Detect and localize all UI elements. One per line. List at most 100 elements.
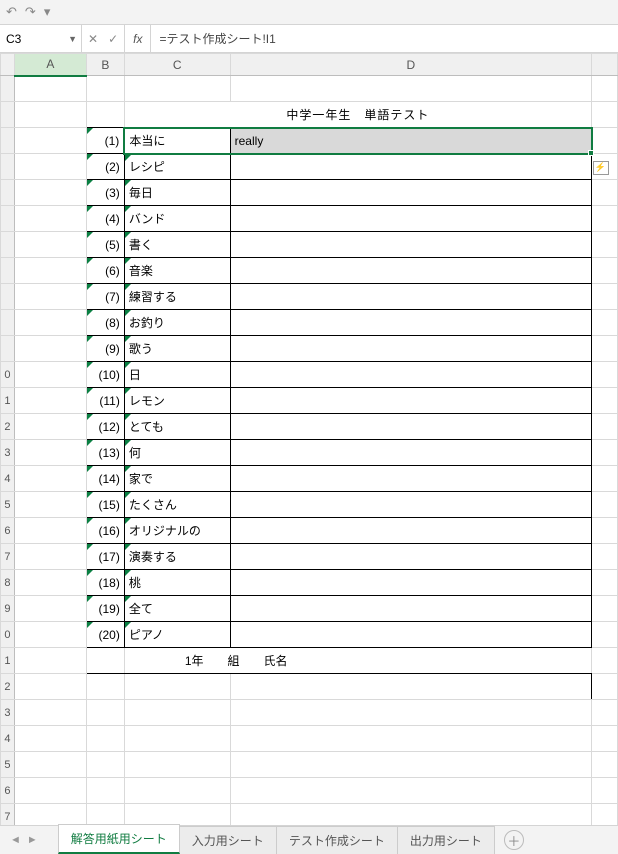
col-header-D[interactable]: D [230, 54, 591, 76]
cell[interactable] [592, 492, 618, 518]
cell[interactable] [592, 414, 618, 440]
cell-answer[interactable] [230, 336, 591, 362]
row-header[interactable] [1, 310, 15, 336]
cell-answer[interactable] [230, 466, 591, 492]
cell-number[interactable]: (11) [86, 388, 124, 414]
cell[interactable] [592, 544, 618, 570]
cell-number[interactable]: (3) [86, 180, 124, 206]
row-header[interactable]: 8 [1, 570, 15, 596]
row-header[interactable] [1, 232, 15, 258]
cell[interactable] [14, 102, 86, 128]
cell[interactable] [124, 726, 230, 752]
cell-word[interactable]: ピアノ [124, 622, 230, 648]
cell[interactable] [14, 726, 86, 752]
cell[interactable] [592, 648, 618, 674]
name-box[interactable]: C3 ▼ [0, 25, 82, 52]
cell-answer[interactable]: really⚡ [230, 128, 591, 154]
cell[interactable] [86, 648, 124, 674]
cell[interactable] [124, 76, 230, 102]
cell[interactable] [14, 570, 86, 596]
cell[interactable] [14, 544, 86, 570]
cell[interactable] [86, 674, 124, 700]
row-header[interactable] [1, 102, 15, 128]
cell-word[interactable]: とても [124, 414, 230, 440]
cell[interactable] [592, 804, 618, 826]
cell-word[interactable]: レモン [124, 388, 230, 414]
cell-word[interactable]: 家で [124, 466, 230, 492]
row-header[interactable]: 7 [1, 804, 15, 826]
row-header[interactable]: 9 [1, 596, 15, 622]
row-header[interactable] [1, 206, 15, 232]
cell[interactable] [14, 700, 86, 726]
cell[interactable] [86, 804, 124, 826]
footer-cell[interactable]: 1年 組 氏名 [124, 648, 591, 674]
title-cell[interactable]: 中学一年生 単語テスト [124, 102, 591, 128]
cell[interactable] [14, 206, 86, 232]
row-header[interactable]: 3 [1, 700, 15, 726]
redo-icon[interactable]: ↷ [25, 4, 36, 20]
cell-word[interactable]: 書く [124, 232, 230, 258]
cell[interactable] [14, 752, 86, 778]
cell[interactable] [592, 284, 618, 310]
cell[interactable] [592, 388, 618, 414]
cell[interactable] [14, 128, 86, 154]
cell[interactable] [124, 752, 230, 778]
row-header[interactable] [1, 284, 15, 310]
cell[interactable] [592, 102, 618, 128]
row-header[interactable]: 4 [1, 726, 15, 752]
cell-answer[interactable] [230, 154, 591, 180]
row-header[interactable]: 3 [1, 440, 15, 466]
cell[interactable] [14, 778, 86, 804]
row-header[interactable]: 6 [1, 778, 15, 804]
row-header[interactable]: 6 [1, 518, 15, 544]
cell[interactable] [592, 440, 618, 466]
cell-number[interactable]: (19) [86, 596, 124, 622]
undo-icon[interactable]: ↶ [6, 4, 17, 20]
cell[interactable] [124, 700, 230, 726]
cell-answer[interactable] [230, 544, 591, 570]
cell-answer[interactable] [230, 232, 591, 258]
dropdown-icon[interactable]: ▾ [44, 4, 51, 20]
cell[interactable] [592, 154, 618, 180]
cell[interactable] [124, 674, 230, 700]
row-header[interactable]: 1 [1, 388, 15, 414]
cell[interactable] [592, 336, 618, 362]
cell[interactable] [14, 258, 86, 284]
cell-answer[interactable] [230, 310, 591, 336]
cell-word[interactable]: 何 [124, 440, 230, 466]
cell[interactable] [86, 700, 124, 726]
cell[interactable] [592, 362, 618, 388]
row-header[interactable]: 5 [1, 492, 15, 518]
tab-next-icon[interactable]: ► [25, 832, 40, 848]
spreadsheet-grid[interactable]: A B C D 中学一年生 単語テスト (1) 本当に really⚡ (2)レ… [0, 53, 618, 825]
row-header[interactable]: 7 [1, 544, 15, 570]
cell-number[interactable]: (15) [86, 492, 124, 518]
cell-number[interactable]: (20) [86, 622, 124, 648]
cancel-icon[interactable]: ✕ [88, 32, 98, 46]
cell[interactable] [14, 804, 86, 826]
cell[interactable] [14, 180, 86, 206]
chevron-down-icon[interactable]: ▼ [68, 34, 77, 44]
cell[interactable] [86, 76, 124, 102]
cell-answer[interactable] [230, 180, 591, 206]
cell-answer[interactable] [230, 622, 591, 648]
col-header-B[interactable]: B [86, 54, 124, 76]
cell-word[interactable]: 全て [124, 596, 230, 622]
cell[interactable] [14, 310, 86, 336]
cell[interactable] [592, 570, 618, 596]
tab-prev-icon[interactable]: ◄ [8, 832, 23, 848]
cell[interactable] [592, 700, 618, 726]
row-header[interactable]: 2 [1, 674, 15, 700]
cell[interactable] [230, 804, 591, 826]
cell[interactable] [14, 440, 86, 466]
cell[interactable] [592, 622, 618, 648]
cell[interactable] [14, 76, 86, 102]
cell-word[interactable]: バンド [124, 206, 230, 232]
cell-answer[interactable] [230, 518, 591, 544]
cell[interactable] [86, 102, 124, 128]
cell[interactable] [14, 362, 86, 388]
cell-number[interactable]: (1) [86, 128, 124, 154]
row-header[interactable] [1, 76, 15, 102]
cell[interactable] [14, 674, 86, 700]
cell-number[interactable]: (14) [86, 466, 124, 492]
